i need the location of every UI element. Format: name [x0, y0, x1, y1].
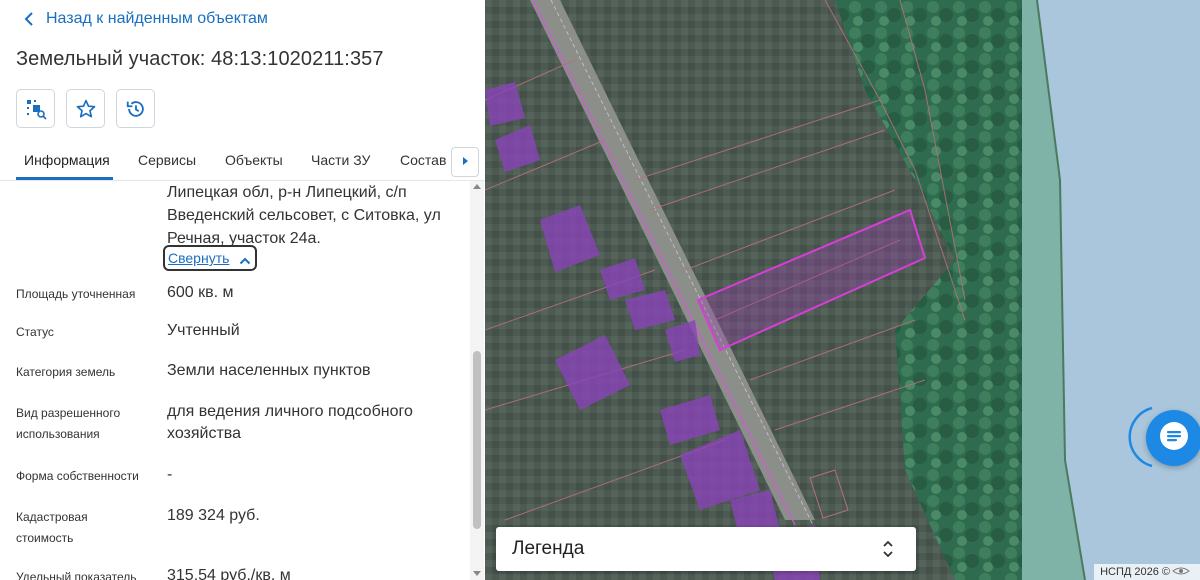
- legend-label: Легенда: [512, 538, 585, 559]
- area-label: Площадь уточненная: [16, 287, 136, 301]
- tabs-scroll-right-button[interactable]: [451, 147, 479, 177]
- history-icon: [125, 98, 147, 120]
- scrollbar[interactable]: [470, 181, 484, 580]
- chevron-up-icon: [239, 253, 251, 265]
- permitted-use-value: для ведения личного подсобного хозяйства: [167, 403, 413, 442]
- scroll-down-arrow[interactable]: [473, 571, 481, 576]
- info-panel: Назад к найденным объектам Земельный уча…: [0, 0, 485, 580]
- map-search-button[interactable]: [16, 89, 55, 128]
- tab-info[interactable]: Информация: [24, 152, 110, 168]
- tab-objects[interactable]: Объекты: [225, 152, 283, 168]
- back-link[interactable]: Назад к найденным объектам: [20, 9, 268, 29]
- map-logo-icon: [1170, 566, 1192, 579]
- tab-parts[interactable]: Части ЗУ: [311, 152, 370, 168]
- chevron-left-icon: [20, 9, 38, 29]
- collapse-label: Свернуть: [168, 250, 230, 266]
- map-view[interactable]: [485, 0, 1200, 580]
- status-value: Учтенный: [167, 322, 240, 339]
- favorite-button[interactable]: [66, 89, 105, 128]
- status-label: Статус: [16, 325, 54, 339]
- tab-bar: Информация Сервисы Объекты Части ЗУ Сост…: [0, 142, 485, 180]
- address-value: Липецкая обл, р-н Липецкий, с/п Введенск…: [167, 184, 441, 247]
- map-copyright: НСПД 2026 ©: [1094, 564, 1200, 580]
- permitted-use-label: Вид разрешенного использования: [16, 406, 121, 441]
- area-value: 600 кв. м: [167, 284, 234, 301]
- scroll-thumb[interactable]: [473, 351, 481, 529]
- unit-rate-label: Удельный показатель: [16, 570, 137, 580]
- back-link-label: Назад к найденным объектам: [46, 10, 268, 27]
- history-button[interactable]: [116, 89, 155, 128]
- cadastral-value-label: Кадастровая стоимость: [16, 510, 88, 545]
- scroll-up-arrow[interactable]: [473, 184, 481, 189]
- expand-collapse-icon: [882, 539, 894, 559]
- chat-button[interactable]: [1146, 410, 1200, 466]
- chat-icon: [1157, 419, 1191, 458]
- page-title: Земельный участок: 48:13:1020211:357: [16, 48, 384, 70]
- map-search-icon: [24, 97, 48, 121]
- satellite-map: [485, 0, 1200, 580]
- unit-rate-value: 315,54 руб./кв. м: [167, 567, 291, 580]
- info-content: Липецкая обл, р-н Липецкий, с/п Введенск…: [0, 181, 470, 580]
- category-label: Категория земель: [16, 365, 116, 379]
- category-value: Земли населенных пунктов: [167, 362, 371, 379]
- ownership-label: Форма собственности: [16, 469, 139, 483]
- legend-panel[interactable]: Легенда: [496, 527, 916, 571]
- tab-composition[interactable]: Состав: [400, 152, 446, 168]
- cadastral-value: 189 324 руб.: [167, 507, 260, 524]
- tab-services[interactable]: Сервисы: [138, 152, 196, 168]
- copyright-text: НСПД 2026 ©: [1100, 566, 1170, 578]
- ownership-value: -: [167, 466, 173, 483]
- caret-right-icon: [461, 153, 469, 171]
- star-icon: [75, 98, 97, 120]
- collapse-button[interactable]: Свернуть: [163, 245, 257, 271]
